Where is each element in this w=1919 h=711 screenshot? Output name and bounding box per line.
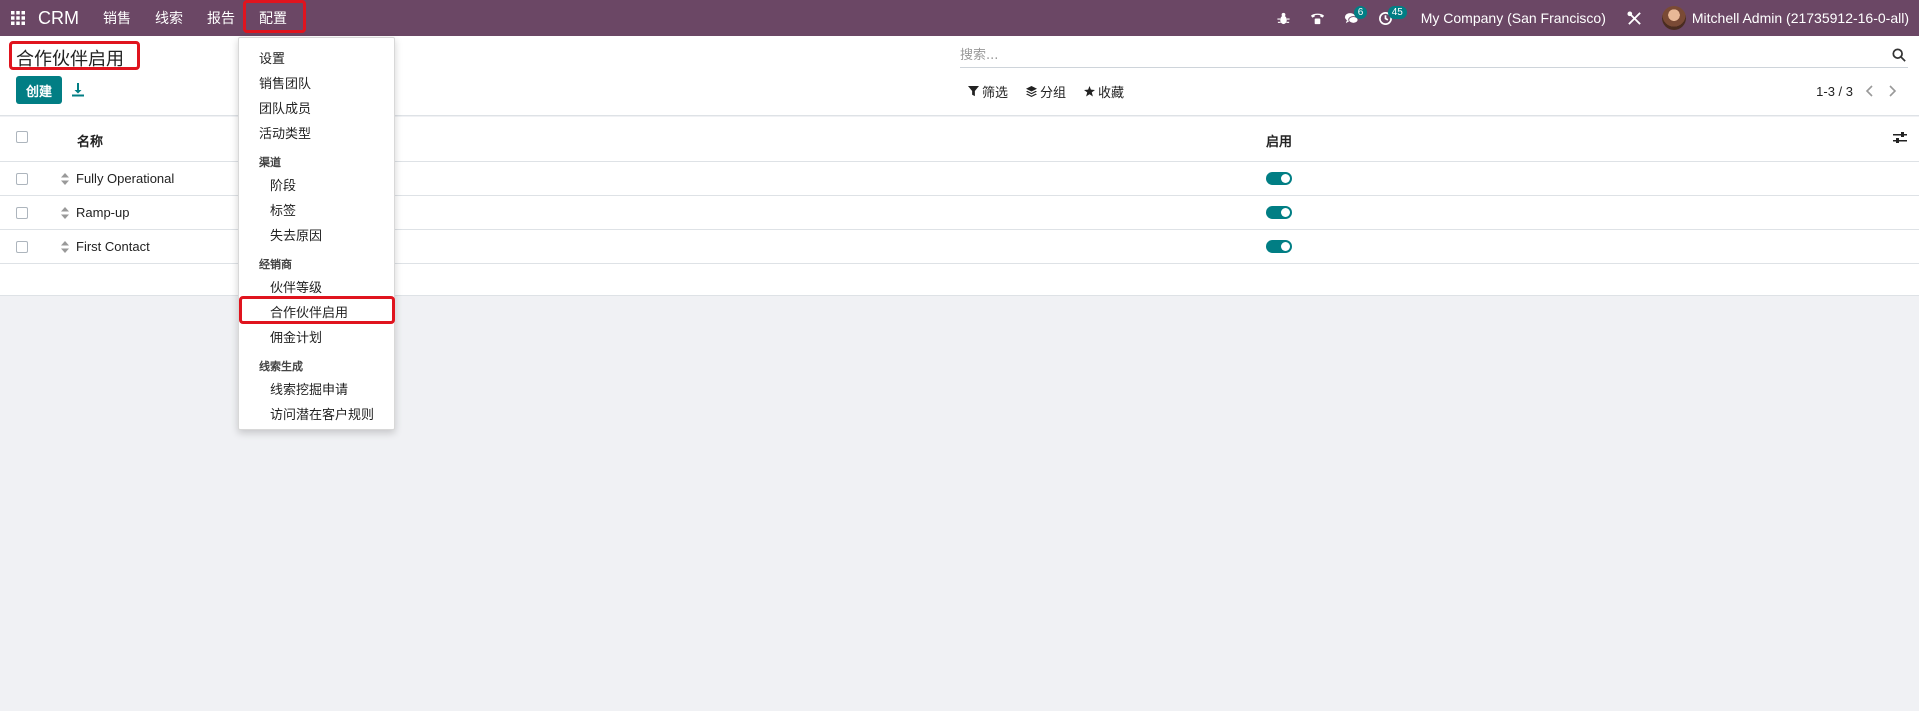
active-toggle[interactable] [1266,240,1292,253]
configuration-dropdown: 设置 销售团队 团队成员 活动类型 渠道 阶段 标签 失去原因 经销商 伙伴等级… [238,37,395,430]
menu-sales[interactable]: 销售 [91,0,143,36]
search-bar [960,44,1908,68]
app-brand[interactable]: CRM [36,8,91,29]
star-icon [1084,86,1096,97]
pager-value[interactable]: 1-3 / 3 [1816,84,1853,99]
pager-previous-icon[interactable] [1863,83,1877,99]
search-input[interactable] [960,44,1880,66]
drag-handle-icon[interactable] [61,207,69,219]
active-toggle[interactable] [1266,172,1292,185]
row-name[interactable]: Ramp-up [76,205,129,220]
groupby-toggle[interactable]: 分组 [1026,82,1066,101]
filters-label: 筛选 [982,86,1009,101]
dropdown-item-settings[interactable]: 设置 [259,48,285,67]
page-title: 合作伙伴启用 [16,49,124,70]
favorites-toggle[interactable]: 收藏 [1084,82,1124,101]
column-header-name[interactable]: 名称 [77,131,103,150]
app-menu-icon[interactable] [0,0,36,36]
user-menu[interactable]: Mitchell Admin (21735912-16-0-all) [1692,10,1913,26]
top-navbar: CRM 销售 线索 报告 配置 6 45 My Company (San Fra… [0,0,1919,36]
tools-icon[interactable] [1618,0,1652,36]
dropdown-item-sales-teams[interactable]: 销售团队 [259,73,311,92]
navbar-left: CRM 销售 线索 报告 配置 [0,0,299,36]
dropdown-item-team-members[interactable]: 团队成员 [259,98,311,117]
company-switcher[interactable]: My Company (San Francisco) [1403,10,1618,26]
dropdown-section-lead-generation: 线索生成 [259,360,303,373]
dropdown-item-partner-activations[interactable]: 合作伙伴启用 [270,302,348,321]
menu-configuration[interactable]: 配置 [247,0,299,36]
row-checkbox[interactable] [16,241,28,253]
dropdown-item-activity-types[interactable]: 活动类型 [259,123,311,142]
messages-icon[interactable]: 6 [1335,0,1369,36]
dropdown-item-lead-mining-requests[interactable]: 线索挖掘申请 [270,379,348,398]
favorites-label: 收藏 [1098,86,1125,101]
drag-handle-icon[interactable] [61,241,69,253]
activities-clock-icon[interactable]: 45 [1369,0,1407,36]
dropdown-section-resellers: 经销商 [259,258,292,271]
column-options-icon[interactable] [1893,131,1907,145]
dropdown-item-lost-reasons[interactable]: 失去原因 [270,225,322,244]
drag-handle-icon[interactable] [61,173,69,185]
search-icon[interactable] [1892,48,1906,62]
row-checkbox[interactable] [16,207,28,219]
debug-bug-icon[interactable] [1267,0,1301,36]
dropdown-item-tags[interactable]: 标签 [270,200,296,219]
create-button[interactable]: 创建 [16,76,62,104]
filters-toggle[interactable]: 筛选 [968,82,1008,101]
messages-count-badge: 6 [1353,6,1368,19]
layers-icon [1026,86,1038,97]
column-header-active[interactable]: 启用 [1266,131,1292,150]
download-icon[interactable] [70,82,86,98]
menu-reporting[interactable]: 报告 [195,0,247,36]
menu-leads[interactable]: 线索 [143,0,195,36]
active-toggle[interactable] [1266,206,1292,219]
dropdown-item-partner-levels[interactable]: 伙伴等级 [270,277,322,296]
row-name[interactable]: First Contact [76,239,150,254]
dropdown-item-stages[interactable]: 阶段 [270,175,296,194]
filter-icon [968,86,979,97]
phone-icon[interactable] [1301,0,1335,36]
activities-count-badge: 45 [1387,6,1407,19]
search-options: 筛选 分组 收藏 [968,82,1124,101]
groupby-label: 分组 [1040,86,1067,101]
dropdown-item-commission-plans[interactable]: 佣金计划 [270,327,322,346]
user-avatar[interactable] [1661,6,1686,30]
row-name[interactable]: Fully Operational [76,171,174,186]
dropdown-item-visits-to-leads-rules[interactable]: 访问潜在客户规则 [270,404,374,423]
navbar-right: 6 45 My Company (San Francisco) Mitchell… [1267,0,1919,36]
row-checkbox[interactable] [16,173,28,185]
select-all-checkbox[interactable] [16,131,28,143]
dropdown-section-pipeline: 渠道 [259,156,281,169]
pager-next-icon[interactable] [1885,83,1899,99]
